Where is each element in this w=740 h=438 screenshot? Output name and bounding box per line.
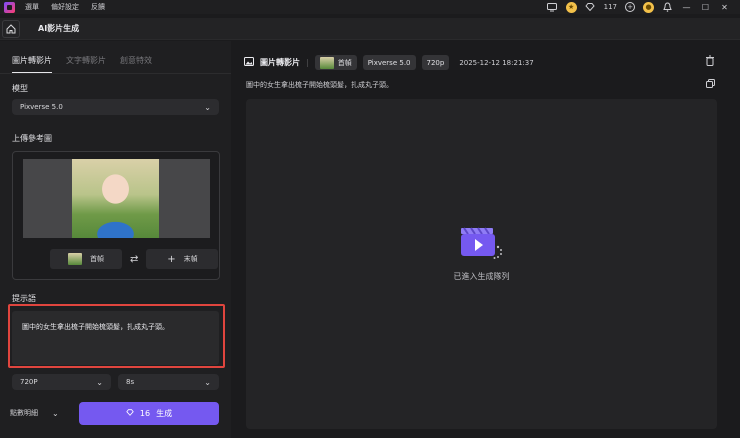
frame-chip-label: 首幀 <box>337 58 352 67</box>
diamond-icon <box>585 2 596 13</box>
queue-status: 已進入生成隊列 <box>453 272 510 281</box>
divider: | <box>306 58 309 67</box>
model-label: 模型 <box>12 84 28 93</box>
video-queue-icon <box>458 225 504 263</box>
mode-tabs: 圖片轉影片 文字轉影片 創意特效 <box>0 41 231 73</box>
frame-thumbnail <box>319 56 334 69</box>
vip-icon[interactable]: ★ <box>565 1 577 13</box>
reference-image-uploader[interactable]: 首幀 ⇄ + 末幀 <box>12 151 220 280</box>
add-credits-button[interactable]: + <box>625 2 635 12</box>
resolution-value: 720P <box>20 378 38 386</box>
credit-details-label: 點數明細 <box>10 409 38 417</box>
first-frame-thumbnail <box>68 253 82 265</box>
first-frame-button[interactable]: 首幀 <box>50 249 122 269</box>
swap-icon[interactable]: ⇄ <box>130 254 138 265</box>
page-title: AI影片生成 <box>38 24 80 33</box>
resolution-select[interactable]: 720P ⌄ <box>12 374 111 390</box>
close-icon[interactable]: ✕ <box>719 2 730 13</box>
diamond-icon <box>126 409 134 418</box>
video-canvas: 已進入生成隊列 <box>246 99 717 429</box>
plus-icon: + <box>167 253 176 265</box>
generate-label: 生成 <box>156 409 173 418</box>
resolution-chip: 720p <box>421 55 450 70</box>
task-prompt: 圖中的女生拿出梳子開始梳頭髮，扎成丸子頭。 <box>246 81 393 89</box>
last-frame-button[interactable]: + 末幀 <box>146 249 219 269</box>
chevron-down-icon: ⌄ <box>52 408 59 418</box>
first-frame-label: 首幀 <box>90 255 104 263</box>
frame-chip: 首幀 <box>314 55 357 70</box>
frame-selector: 首幀 ⇄ + 末幀 <box>50 249 219 269</box>
credit-details-toggle[interactable]: 點數明細 ⌄ <box>10 408 59 418</box>
bell-icon[interactable] <box>662 2 673 13</box>
account-avatar-icon[interactable]: ● <box>643 1 654 13</box>
duration-value: 8s <box>126 378 135 386</box>
upload-label: 上傳參考圖 <box>12 134 52 143</box>
generate-cost: 16 <box>139 409 151 418</box>
menu-bar: 選單 偏好設定 反饋 <box>25 2 105 12</box>
duration-select[interactable]: 8s ⌄ <box>118 374 219 390</box>
model-select[interactable]: Pixverse 5.0 ⌄ <box>12 99 219 115</box>
settings-panel: 圖片轉影片 文字轉影片 創意特效 模型 Pixverse 5.0 ⌄ 上傳參考圖… <box>0 41 231 438</box>
reference-photo <box>72 159 159 238</box>
prompt-label: 提示語 <box>12 294 36 303</box>
task-header: 圖片轉影片 | 首幀 Pixverse 5.0 720p 2025-12-12 … <box>244 55 534 70</box>
menu-item-menu[interactable]: 選單 <box>25 2 39 12</box>
minimize-icon[interactable]: — <box>681 2 692 13</box>
page-header: AI影片生成 <box>0 18 740 40</box>
tab-divider <box>0 73 231 74</box>
generate-button[interactable]: 16 生成 <box>79 402 219 425</box>
last-frame-label: 末幀 <box>183 255 198 263</box>
model-chip: Pixverse 5.0 <box>362 55 416 70</box>
maximize-icon[interactable]: ☐ <box>700 2 711 13</box>
tab-text-to-video[interactable]: 文字轉影片 <box>66 55 106 73</box>
task-title: 圖片轉影片 <box>260 58 300 67</box>
chevron-down-icon: ⌄ <box>96 377 103 387</box>
image-icon <box>244 57 254 68</box>
app-logo-icon <box>4 1 15 13</box>
chevron-down-icon: ⌄ <box>204 377 211 387</box>
result-panel: 圖片轉影片 | 首幀 Pixverse 5.0 720p 2025-12-12 … <box>232 41 740 438</box>
copy-icon[interactable] <box>706 79 716 89</box>
home-button[interactable] <box>2 19 20 38</box>
delete-icon[interactable] <box>705 55 716 67</box>
timestamp: 2025-12-12 18:21:37 <box>459 58 534 67</box>
credit-count: 117 <box>603 3 617 11</box>
menu-item-preferences[interactable]: 偏好設定 <box>51 2 79 12</box>
titlebar-right: ★ 117 + ● — ☐ ✕ <box>547 0 740 14</box>
prompt-input[interactable]: 圖中的女生拿出梳子開始梳頭髮，扎成丸子頭。 <box>12 311 219 365</box>
model-value: Pixverse 5.0 <box>20 103 63 111</box>
monitor-icon[interactable] <box>547 2 558 13</box>
title-bar: 選單 偏好設定 反饋 ★ 117 + ● — ☐ ✕ <box>0 0 740 14</box>
chevron-down-icon: ⌄ <box>204 102 211 112</box>
tab-creative-effects[interactable]: 創意特效 <box>120 55 152 73</box>
tab-image-to-video[interactable]: 圖片轉影片 <box>12 55 52 73</box>
home-icon <box>6 23 16 33</box>
image-preview <box>23 159 210 238</box>
menu-item-feedback[interactable]: 反饋 <box>91 2 105 12</box>
